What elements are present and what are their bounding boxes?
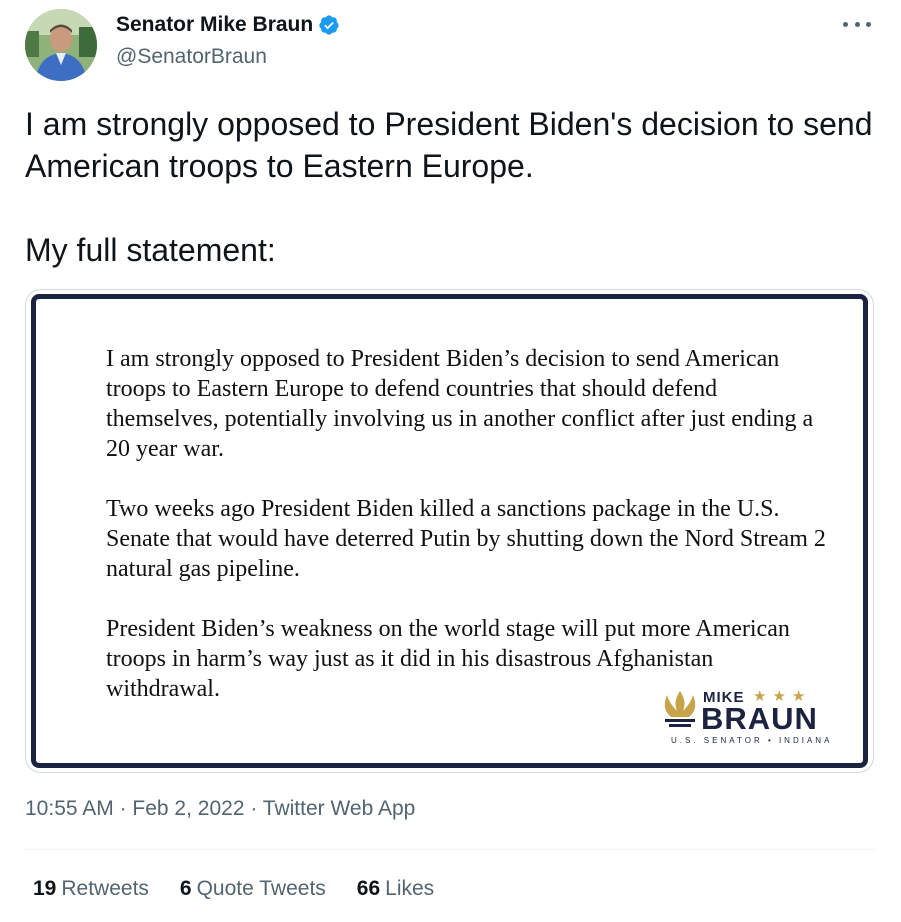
statement-paragraph: Two weeks ago President Biden killed a s… [106,496,826,582]
tweet-time-link[interactable]: 10:55 AM [25,797,114,820]
braun-logo: MIKE ★★★ BRAUN U.S. SENATOR • INDIANA [661,687,831,747]
retweets-label: Retweets [61,877,149,900]
more-options-icon[interactable] [843,14,871,34]
tweet-source-link[interactable]: Twitter Web App [263,797,416,820]
quote-tweets-count: 6 [179,877,192,900]
tweet: Senator Mike Braun @SenatorBraun I am st… [0,0,901,922]
verified-badge-icon [319,15,339,35]
dot [854,21,860,27]
avatar[interactable] [25,9,97,81]
profile-photo [25,9,97,81]
retweets-count: 19 [33,877,57,900]
statement-body: I am strongly opposed to President Biden… [106,344,826,734]
meta-separator: · [244,797,263,820]
dot [843,21,848,27]
tweet-meta: 10:55 AM · Feb 2, 2022 · Twitter Web App [25,797,415,821]
statement-frame: I am strongly opposed to President Biden… [31,294,868,768]
dot [866,21,871,27]
retweets-stat[interactable]: 19 Retweets [33,877,149,901]
flame-icon [664,691,696,727]
likes-label: Likes [385,877,435,900]
quote-tweets-label: Quote Tweets [196,877,326,900]
tweet-stats: 19 Retweets 6 Quote Tweets 66 Likes [33,877,465,901]
quote-tweets-stat[interactable]: 6 Quote Tweets [180,877,326,901]
tweet-date-link[interactable]: Feb 2, 2022 [132,797,244,820]
statement-paragraph: I am strongly opposed to President Biden… [106,346,814,462]
author-name-row[interactable]: Senator Mike Braun [116,13,340,37]
meta-separator: · [113,797,133,820]
author-handle[interactable]: @SenatorBraun [116,45,267,69]
logo-subtitle: U.S. SENATOR • INDIANA [671,736,833,745]
logo-last-name: BRAUN [701,701,818,736]
likes-stat[interactable]: 66 Likes [357,877,434,901]
tweet-text: I am strongly opposed to President Biden… [25,106,873,268]
divider [25,849,875,850]
likes-count: 66 [356,877,381,900]
statement-image[interactable]: I am strongly opposed to President Biden… [25,289,874,773]
display-name[interactable]: Senator Mike Braun [116,13,313,37]
